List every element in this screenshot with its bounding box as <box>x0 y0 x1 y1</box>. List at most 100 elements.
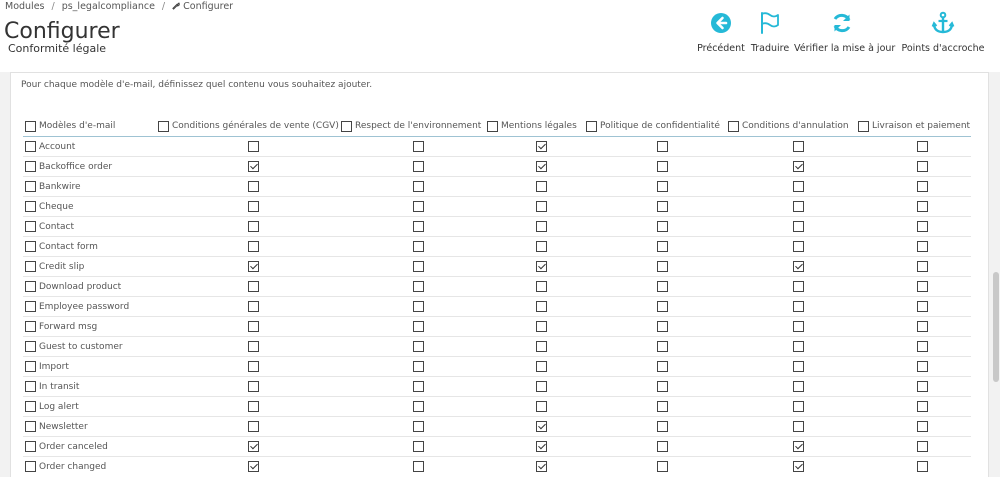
content-checkbox[interactable] <box>657 461 668 472</box>
content-checkbox[interactable] <box>793 341 804 352</box>
select-row-checkbox[interactable] <box>25 281 36 292</box>
content-checkbox[interactable] <box>536 441 547 452</box>
content-checkbox[interactable] <box>793 421 804 432</box>
content-checkbox[interactable] <box>917 401 928 412</box>
content-checkbox[interactable] <box>657 261 668 272</box>
content-checkbox[interactable] <box>413 441 424 452</box>
select-row-checkbox[interactable] <box>25 401 36 412</box>
content-checkbox[interactable] <box>793 461 804 472</box>
select-row-checkbox[interactable] <box>25 461 36 472</box>
content-checkbox[interactable] <box>248 341 259 352</box>
scrollbar-thumb[interactable] <box>993 272 999 382</box>
content-checkbox[interactable] <box>248 141 259 152</box>
content-checkbox[interactable] <box>536 361 547 372</box>
content-checkbox[interactable] <box>413 461 424 472</box>
content-checkbox[interactable] <box>793 161 804 172</box>
select-column-checkbox[interactable] <box>158 121 169 132</box>
content-checkbox[interactable] <box>413 181 424 192</box>
content-checkbox[interactable] <box>413 261 424 272</box>
content-checkbox[interactable] <box>917 441 928 452</box>
content-checkbox[interactable] <box>793 141 804 152</box>
content-checkbox[interactable] <box>917 241 928 252</box>
breadcrumb-item-modules[interactable]: Modules <box>5 1 45 12</box>
content-checkbox[interactable] <box>657 301 668 312</box>
content-checkbox[interactable] <box>657 361 668 372</box>
content-checkbox[interactable] <box>413 141 424 152</box>
select-row-checkbox[interactable] <box>25 201 36 212</box>
select-row-checkbox[interactable] <box>25 441 36 452</box>
hooks-button[interactable]: Points d'accroche <box>894 10 992 56</box>
content-checkbox[interactable] <box>917 221 928 232</box>
content-checkbox[interactable] <box>248 441 259 452</box>
translate-button[interactable]: Traduire <box>748 10 792 56</box>
content-checkbox[interactable] <box>536 141 547 152</box>
content-checkbox[interactable] <box>657 221 668 232</box>
content-checkbox[interactable] <box>536 241 547 252</box>
content-checkbox[interactable] <box>917 281 928 292</box>
content-checkbox[interactable] <box>793 241 804 252</box>
content-checkbox[interactable] <box>248 281 259 292</box>
content-checkbox[interactable] <box>536 381 547 392</box>
content-checkbox[interactable] <box>917 421 928 432</box>
select-all-templates-checkbox[interactable] <box>25 121 36 132</box>
content-checkbox[interactable] <box>536 301 547 312</box>
select-row-checkbox[interactable] <box>25 341 36 352</box>
content-checkbox[interactable] <box>917 181 928 192</box>
select-column-checkbox[interactable] <box>341 121 352 132</box>
content-checkbox[interactable] <box>657 161 668 172</box>
select-row-checkbox[interactable] <box>25 181 36 192</box>
content-checkbox[interactable] <box>413 401 424 412</box>
content-checkbox[interactable] <box>793 201 804 212</box>
content-checkbox[interactable] <box>793 381 804 392</box>
page-scrollbar[interactable] <box>992 72 1000 477</box>
select-column-checkbox[interactable] <box>728 121 739 132</box>
content-checkbox[interactable] <box>793 321 804 332</box>
content-checkbox[interactable] <box>917 161 928 172</box>
content-checkbox[interactable] <box>917 141 928 152</box>
content-checkbox[interactable] <box>657 401 668 412</box>
content-checkbox[interactable] <box>536 221 547 232</box>
select-row-checkbox[interactable] <box>25 241 36 252</box>
breadcrumb-item-module[interactable]: ps_legalcompliance <box>62 1 155 12</box>
content-checkbox[interactable] <box>248 401 259 412</box>
content-checkbox[interactable] <box>657 201 668 212</box>
content-checkbox[interactable] <box>536 421 547 432</box>
content-checkbox[interactable] <box>793 181 804 192</box>
select-row-checkbox[interactable] <box>25 361 36 372</box>
content-checkbox[interactable] <box>793 281 804 292</box>
content-checkbox[interactable] <box>917 381 928 392</box>
content-checkbox[interactable] <box>536 321 547 332</box>
content-checkbox[interactable] <box>917 341 928 352</box>
content-checkbox[interactable] <box>413 301 424 312</box>
content-checkbox[interactable] <box>917 301 928 312</box>
content-checkbox[interactable] <box>413 361 424 372</box>
content-checkbox[interactable] <box>917 321 928 332</box>
content-checkbox[interactable] <box>917 361 928 372</box>
content-checkbox[interactable] <box>248 361 259 372</box>
content-checkbox[interactable] <box>536 461 547 472</box>
content-checkbox[interactable] <box>657 241 668 252</box>
content-checkbox[interactable] <box>248 181 259 192</box>
select-row-checkbox[interactable] <box>25 221 36 232</box>
content-checkbox[interactable] <box>536 181 547 192</box>
content-checkbox[interactable] <box>657 141 668 152</box>
select-column-checkbox[interactable] <box>487 121 498 132</box>
content-checkbox[interactable] <box>793 361 804 372</box>
content-checkbox[interactable] <box>657 181 668 192</box>
content-checkbox[interactable] <box>657 381 668 392</box>
content-checkbox[interactable] <box>413 201 424 212</box>
content-checkbox[interactable] <box>248 161 259 172</box>
content-checkbox[interactable] <box>793 301 804 312</box>
content-checkbox[interactable] <box>536 401 547 412</box>
select-column-checkbox[interactable] <box>858 121 869 132</box>
content-checkbox[interactable] <box>917 201 928 212</box>
content-checkbox[interactable] <box>248 381 259 392</box>
back-button[interactable]: Précédent <box>692 10 750 56</box>
content-checkbox[interactable] <box>657 441 668 452</box>
content-checkbox[interactable] <box>248 201 259 212</box>
content-checkbox[interactable] <box>248 301 259 312</box>
content-checkbox[interactable] <box>536 261 547 272</box>
select-column-checkbox[interactable] <box>586 121 597 132</box>
select-row-checkbox[interactable] <box>25 161 36 172</box>
select-row-checkbox[interactable] <box>25 141 36 152</box>
